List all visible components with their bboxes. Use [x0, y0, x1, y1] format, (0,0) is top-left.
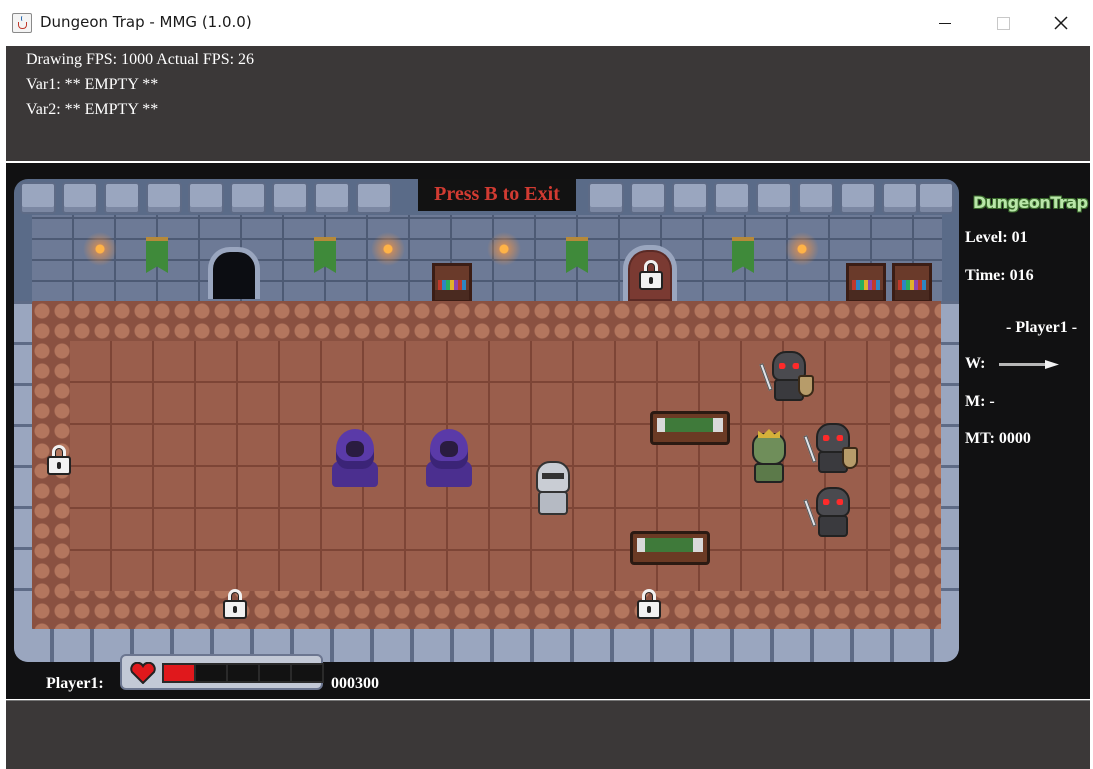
skeleton-enemy: [759, 351, 816, 405]
close-icon: [1054, 16, 1068, 30]
player-label: Player1:: [46, 675, 104, 692]
dungeon-room: Press B to Exit: [14, 179, 959, 662]
table-icon: [650, 411, 730, 445]
torch-icon: [784, 231, 820, 267]
locked-door[interactable]: [623, 245, 677, 301]
health-cell: [226, 663, 260, 683]
health-cell: [258, 663, 292, 683]
torch-icon: [370, 231, 406, 267]
right-wall: [941, 301, 959, 629]
lock-icon: [636, 258, 666, 292]
game-canvas[interactable]: Press B to Exit DungeonTrap Level: 01 Ti…: [6, 163, 1090, 699]
magic-label: M: -: [965, 393, 995, 410]
health-cell: [194, 663, 228, 683]
goblin-king-enemy: [746, 429, 794, 487]
player-knight: [530, 461, 576, 519]
title-bar[interactable]: Dungeon Trap - MMG (1.0.0): [0, 0, 1093, 46]
minimize-button[interactable]: [922, 0, 968, 46]
time-readout: Time: 016: [965, 267, 1034, 284]
lock-icon[interactable]: [220, 587, 250, 621]
weapon-label: W:: [965, 355, 986, 372]
lock-icon[interactable]: [44, 443, 74, 477]
magic-timer: MT: 0000: [965, 430, 1031, 447]
app-window: Dungeon Trap - MMG (1.0.0) Drawing FPS: …: [0, 0, 1093, 769]
bottom-panel: [6, 700, 1090, 769]
health-cell: [162, 663, 196, 683]
var2-readout: Var2: ** EMPTY **: [26, 101, 159, 118]
arrow-icon: [999, 360, 1061, 369]
hooded-mage-enemy: [332, 429, 378, 489]
torch-icon: [486, 231, 522, 267]
close-button[interactable]: [1038, 0, 1084, 46]
torch-icon: [82, 231, 118, 267]
level-readout: Level: 01: [965, 229, 1028, 246]
lock-icon[interactable]: [634, 587, 664, 621]
bookshelf-icon: [846, 263, 886, 303]
open-doorway[interactable]: [208, 247, 260, 299]
score-readout: 000300: [331, 675, 379, 692]
left-wall: [14, 301, 32, 629]
game-logo: DungeonTrap: [973, 193, 1088, 212]
exit-prompt: Press B to Exit: [418, 179, 576, 211]
bookshelf-icon: [892, 263, 932, 303]
skeleton-enemy: [803, 487, 860, 541]
debug-panel: Drawing FPS: 1000 Actual FPS: 26 Var1: *…: [6, 46, 1090, 161]
hooded-mage-enemy: [426, 429, 472, 489]
player-header: - Player1 -: [1006, 319, 1078, 336]
fps-readout: Drawing FPS: 1000 Actual FPS: 26: [26, 51, 255, 68]
table-icon: [630, 531, 710, 565]
health-cell: [290, 663, 324, 683]
heart-icon: [130, 662, 156, 684]
var1-readout: Var1: ** EMPTY **: [26, 76, 159, 93]
skeleton-enemy: [803, 423, 860, 477]
window-title: Dungeon Trap - MMG (1.0.0): [40, 13, 252, 31]
health-bar: [120, 654, 324, 690]
bookshelf-icon: [432, 263, 472, 303]
maximize-button[interactable]: [980, 0, 1026, 46]
java-cup-icon: [12, 13, 32, 33]
